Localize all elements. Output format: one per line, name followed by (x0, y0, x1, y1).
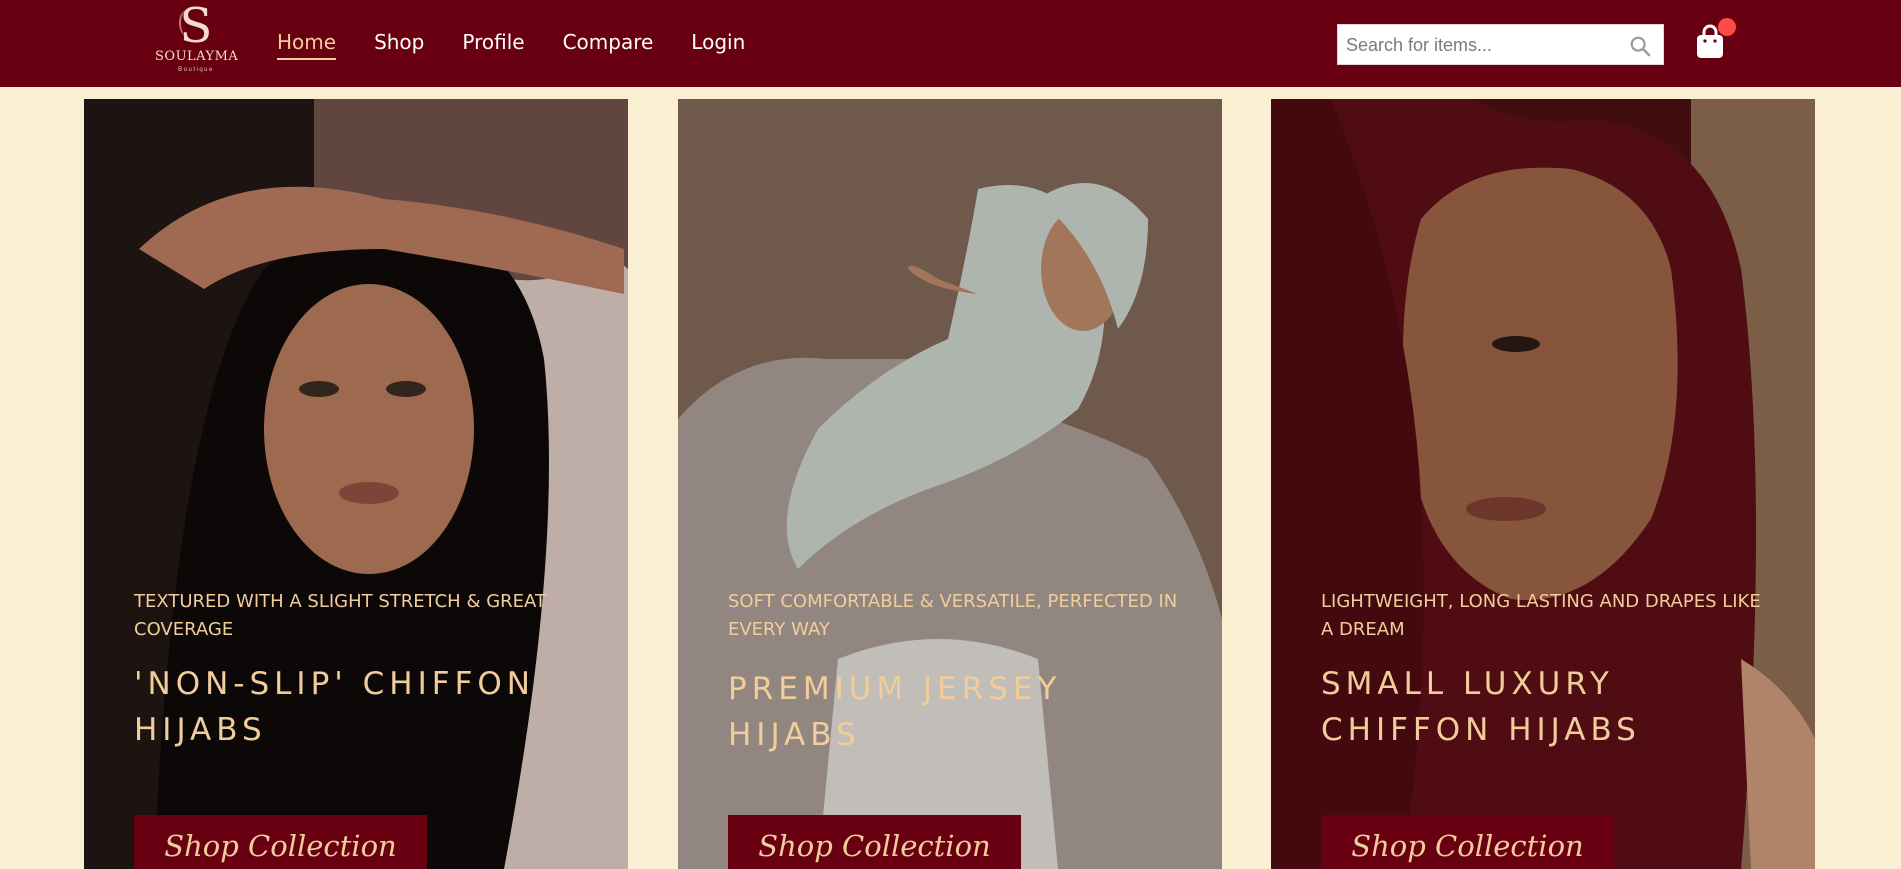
search-icon[interactable] (1629, 35, 1651, 57)
search-input[interactable] (1338, 25, 1628, 66)
logo-subtitle: Boutique (178, 67, 214, 73)
top-navigation-bar: S SOULAYMA Boutique Home Shop Profile Co… (0, 0, 1901, 87)
card-title: 'NON-SLIP' CHIFFON HIJABS (134, 666, 535, 748)
collection-card-small-luxury-chiffon: LIGHTWEIGHT, LONG LASTING AND DRAPES LIK… (1271, 99, 1815, 869)
shop-collection-button[interactable]: Shop Collection (1321, 815, 1614, 869)
nav-shop[interactable]: Shop (374, 28, 424, 58)
main-nav: Home Shop Profile Compare Login (277, 28, 783, 60)
nav-compare[interactable]: Compare (563, 28, 654, 58)
nav-home[interactable]: Home (277, 28, 337, 60)
search-box (1337, 24, 1664, 66)
logo-brand-name: SOULAYMA (155, 49, 239, 64)
nav-login[interactable]: Login (691, 28, 745, 58)
shop-collection-button[interactable]: Shop Collection (728, 815, 1021, 869)
shop-collection-button[interactable]: Shop Collection (134, 815, 427, 869)
nav-profile[interactable]: Profile (462, 28, 524, 58)
logo-monogram: S (179, 0, 213, 54)
collection-card-non-slip-chiffon: TEXTURED WITH A SLIGHT STRETCH & GREAT C… (84, 99, 628, 869)
card-tagline: SOFT COMFORTABLE & VERSATILE, PERFECTED … (728, 591, 1178, 640)
card-tagline: TEXTURED WITH A SLIGHT STRETCH & GREAT C… (134, 591, 546, 640)
card-tagline: LIGHTWEIGHT, LONG LASTING AND DRAPES LIK… (1321, 591, 1761, 640)
cart-count-badge (1718, 18, 1736, 36)
card-title: SMALL LUXURY CHIFFON HIJABS (1321, 666, 1641, 748)
cart-button[interactable] (1694, 18, 1736, 60)
collection-card-premium-jersey: SOFT COMFORTABLE & VERSATILE, PERFECTED … (678, 99, 1222, 869)
card-title: PREMIUM JERSEY HIJABS (728, 671, 1062, 753)
brand-logo[interactable]: S SOULAYMA Boutique (155, 0, 239, 76)
